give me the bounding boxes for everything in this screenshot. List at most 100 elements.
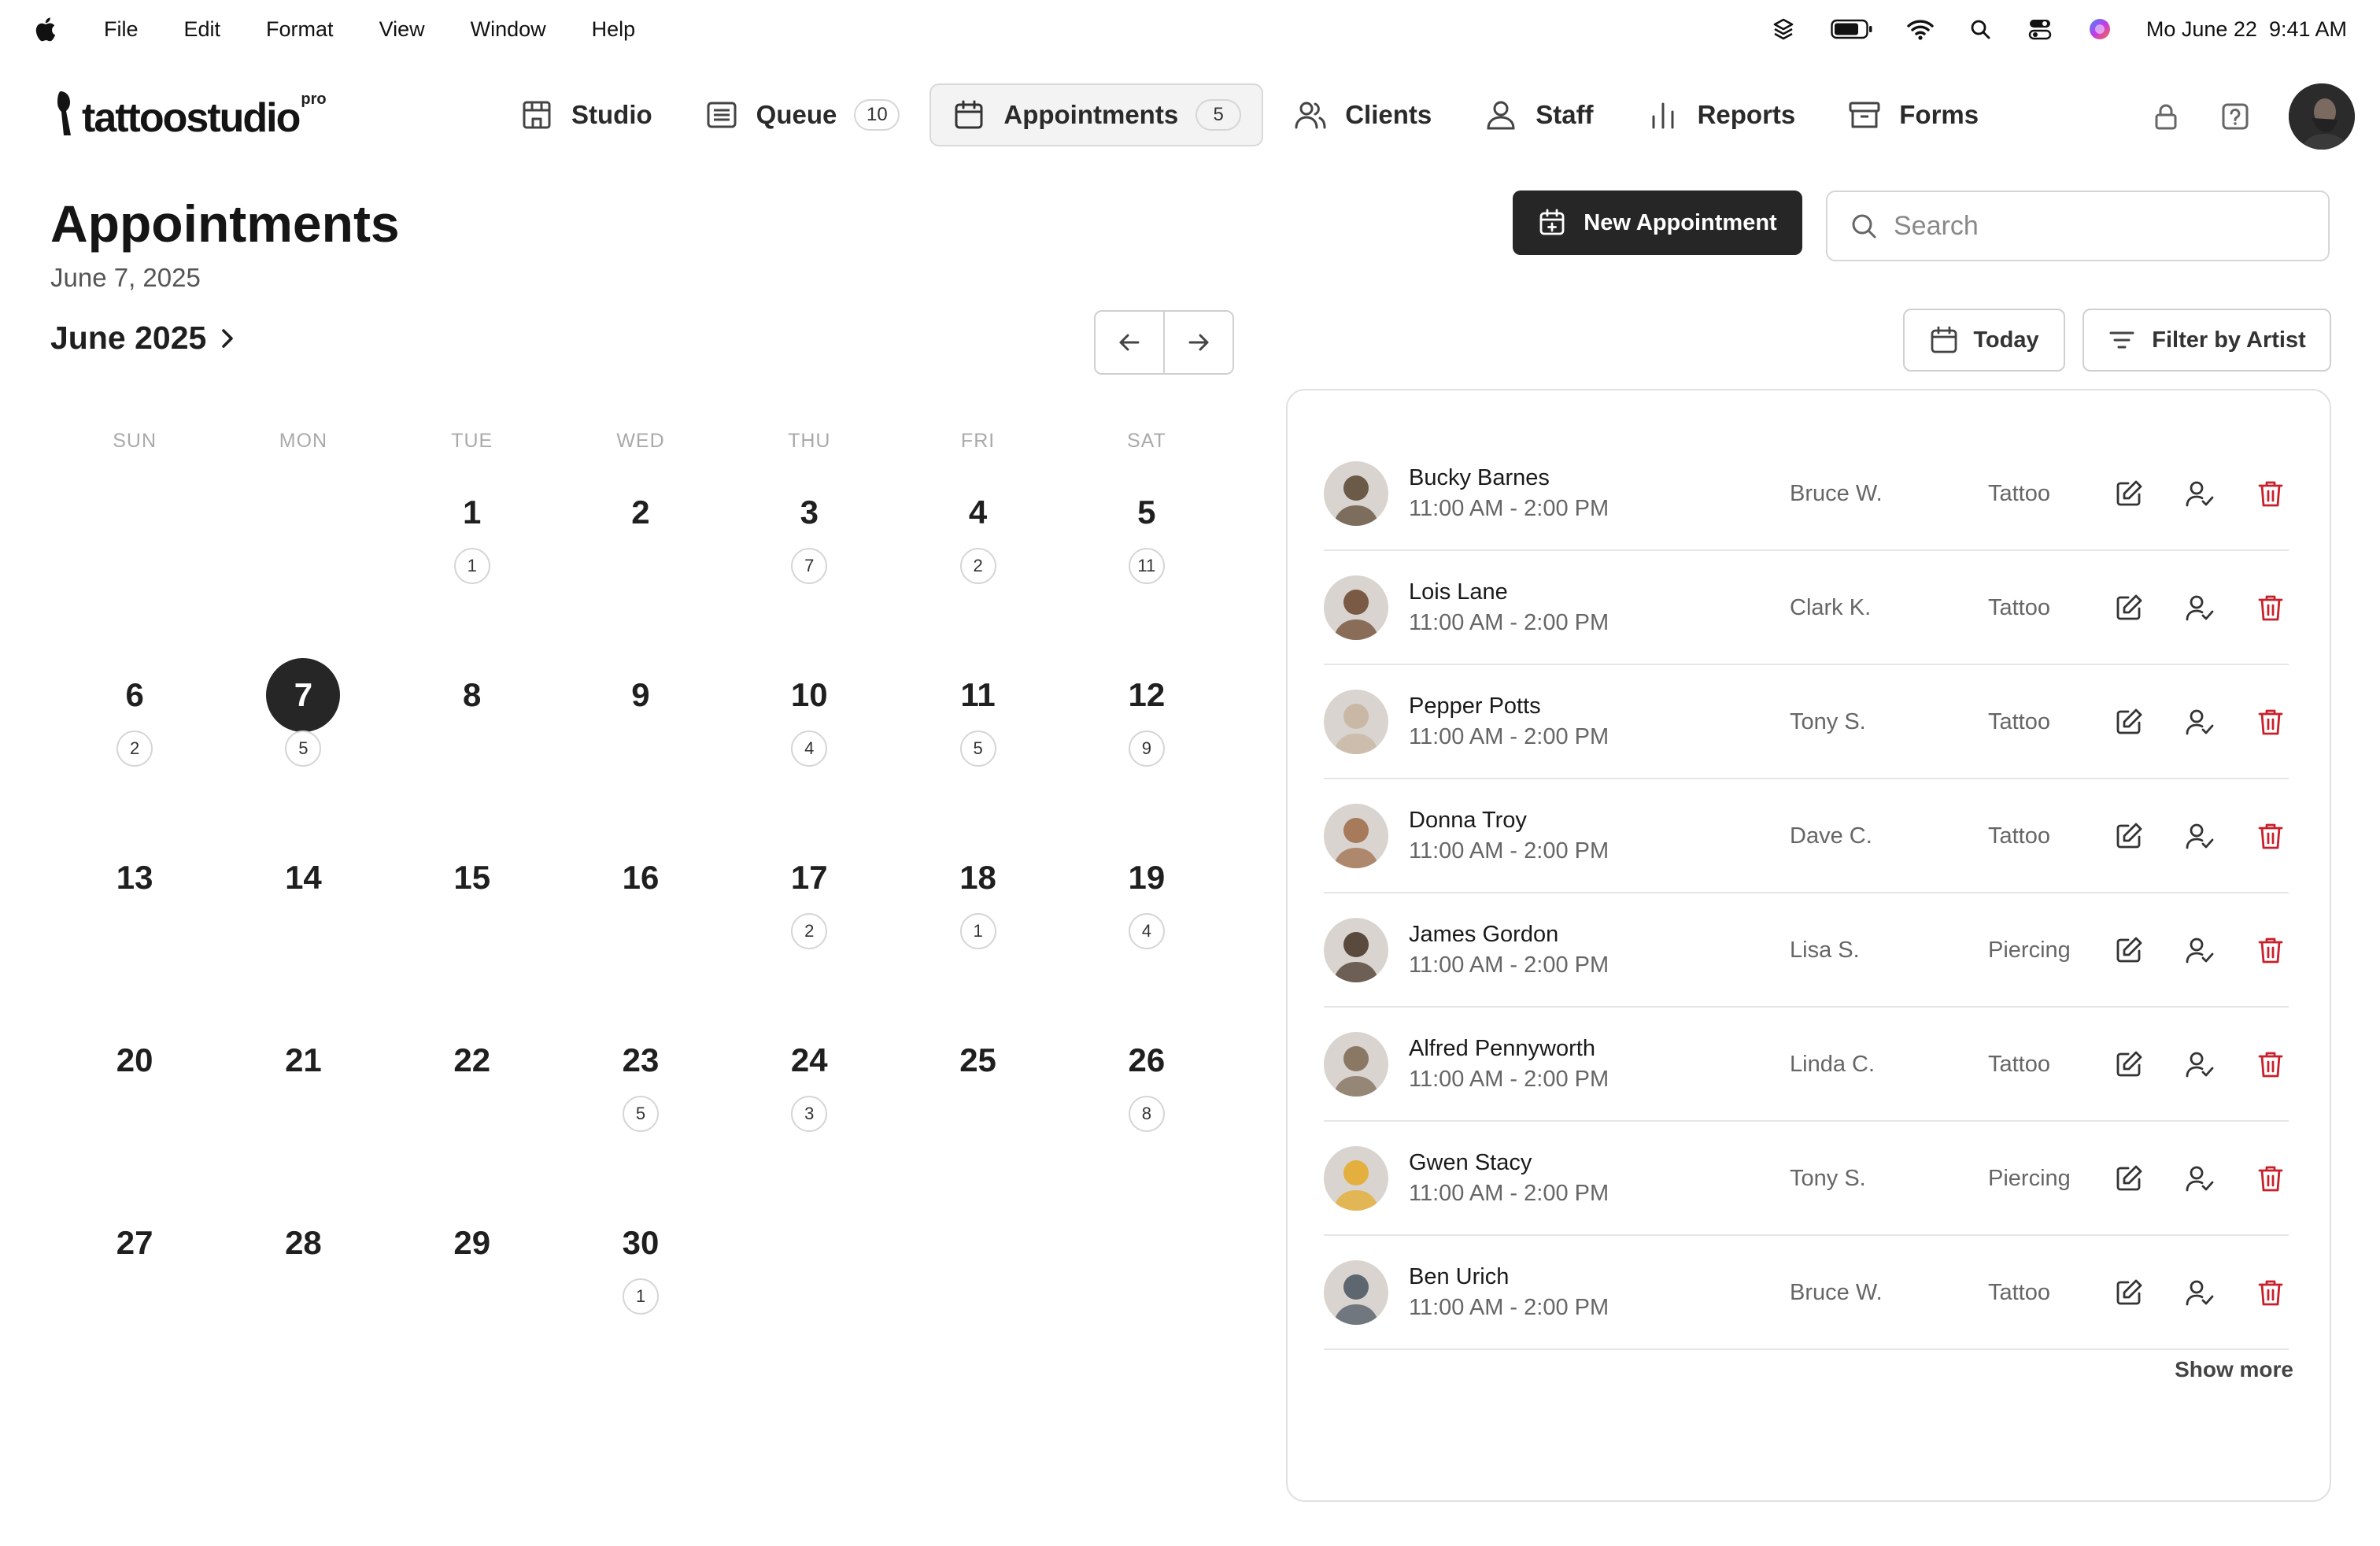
menu-file[interactable]: File [104,17,139,42]
artist-name: Bruce W. [1790,1279,1883,1305]
calendar-day[interactable]: 29 [388,1206,556,1390]
nav-staff[interactable]: Staff [1462,83,1615,146]
calendar-day[interactable]: 2 [556,475,725,660]
calendar-day[interactable]: 14 [219,841,387,1025]
nav-reports[interactable]: Reports [1624,83,1818,146]
control-center-icon[interactable] [2027,16,2053,43]
appointment-row[interactable]: Lois Lane 11:00 AM - 2:00 PM Clark K. Ta… [1324,552,2289,665]
today-button[interactable]: Today [1903,309,2065,372]
appointment-row[interactable]: Alfred Pennyworth 11:00 AM - 2:00 PM Lin… [1324,1008,2289,1122]
appointment-row[interactable]: Donna Troy 11:00 AM - 2:00 PM Dave C. Ta… [1324,780,2289,893]
assign-user-icon[interactable] [2185,593,2215,623]
calendar-day[interactable]: 11 [388,475,556,660]
calendar-day[interactable]: 16 [556,841,725,1025]
calendar-empty-cell [50,475,219,660]
edit-icon[interactable] [2114,1049,2144,1079]
next-month-button[interactable] [1163,312,1232,373]
calendar-day[interactable]: 24 3 [725,1023,893,1208]
calendar-day[interactable]: 23 5 [556,1023,725,1208]
previous-month-button[interactable] [1096,312,1163,373]
calendar-day[interactable]: 13 [50,841,219,1025]
calendar-day[interactable]: 75 [219,658,387,842]
wifi-icon[interactable] [1907,16,1934,43]
calendar-day[interactable]: 15 [388,841,556,1025]
menu-window[interactable]: Window [471,17,546,42]
calendar-day[interactable]: 25 [893,1023,1062,1208]
assign-user-icon[interactable] [2185,1163,2215,1193]
help-icon[interactable] [2219,101,2251,132]
assign-user-icon[interactable] [2185,935,2215,965]
calendar-day[interactable]: 26 8 [1062,1023,1231,1208]
assign-user-icon[interactable] [2185,1049,2215,1079]
month-selector[interactable]: June 2025 [50,320,236,357]
calendar-day[interactable]: 8 [388,658,556,842]
trash-icon[interactable] [2256,593,2286,623]
menu-help[interactable]: Help [592,17,636,42]
edit-icon[interactable] [2114,707,2144,737]
calendar-day[interactable]: 18 1 [893,841,1062,1025]
appointment-row[interactable]: Gwen Stacy 11:00 AM - 2:00 PM Tony S. Pi… [1324,1123,2289,1236]
edit-icon[interactable] [2114,593,2144,623]
edit-icon[interactable] [2114,935,2144,965]
calendar-day[interactable]: 42 [893,475,1062,660]
calendar-day[interactable]: 5 11 [1062,475,1231,660]
trash-icon[interactable] [2256,935,2286,965]
search-field[interactable] [1826,190,2330,261]
assign-user-icon[interactable] [2185,1278,2215,1307]
calendar-day[interactable]: 11 5 [893,658,1062,842]
apple-icon[interactable] [33,16,57,43]
calendar-day[interactable]: 17 2 [725,841,893,1025]
appointment-row[interactable]: Bucky Barnes 11:00 AM - 2:00 PM Bruce W.… [1324,438,2289,551]
layers-status-icon[interactable] [1770,16,1797,43]
calendar-day[interactable]: 21 [219,1023,387,1208]
menu-view[interactable]: View [379,17,425,42]
calendar-day[interactable]: 9 [556,658,725,842]
assign-user-icon[interactable] [2185,821,2215,851]
appointment-row[interactable]: Pepper Potts 11:00 AM - 2:00 PM Tony S. … [1324,666,2289,779]
assign-user-icon[interactable] [2185,479,2215,509]
lock-icon[interactable] [2150,101,2182,132]
show-more-button[interactable]: Show more [2175,1357,2293,1382]
nav-studio[interactable]: Studio [497,83,674,146]
search-input[interactable] [1894,210,2303,242]
calendar-day[interactable]: 28 [219,1206,387,1390]
appointment-row[interactable]: Ben Urich 11:00 AM - 2:00 PM Bruce W. Ta… [1324,1237,2289,1350]
calendar-day[interactable]: 12 9 [1062,658,1231,842]
client-name: Alfred Pennyworth [1409,1036,1595,1061]
edit-icon[interactable] [2114,821,2144,851]
calendar-day[interactable]: 62 [50,658,219,842]
assign-user-icon[interactable] [2185,707,2215,737]
trash-icon[interactable] [2256,707,2286,737]
app-logo[interactable]: tattoostudio pro [57,87,327,139]
client-avatar [1324,1146,1388,1211]
calendar-day[interactable]: 10 4 [725,658,893,842]
trash-icon[interactable] [2256,1049,2286,1079]
nav-forms[interactable]: Forms [1825,83,2001,146]
edit-icon[interactable] [2114,1163,2144,1193]
calendar-day[interactable]: 20 [50,1023,219,1208]
spotlight-search-icon[interactable] [1967,16,1994,43]
menu-edit[interactable]: Edit [184,17,221,42]
nav-appointments[interactable]: Appointments 5 [929,83,1264,146]
trash-icon[interactable] [2256,1278,2286,1307]
appointment-row[interactable]: James Gordon 11:00 AM - 2:00 PM Lisa S. … [1324,894,2289,1008]
calendar-day[interactable]: 27 [50,1206,219,1390]
trash-icon[interactable] [2256,821,2286,851]
filter-by-artist-button[interactable]: Filter by Artist [2082,309,2331,372]
edit-icon[interactable] [2114,1278,2144,1307]
trash-icon[interactable] [2256,479,2286,509]
battery-icon[interactable] [1830,16,1874,43]
calendar-day[interactable]: 22 [388,1023,556,1208]
calendar-day[interactable]: 37 [725,475,893,660]
client-info: Pepper Potts 11:00 AM - 2:00 PM [1409,693,1790,750]
user-avatar[interactable] [2289,83,2355,150]
nav-clients[interactable]: Clients [1271,83,1454,146]
new-appointment-button[interactable]: New Appointment [1513,190,1802,255]
nav-queue[interactable]: Queue 10 [682,83,922,146]
siri-icon[interactable] [2086,16,2113,43]
edit-icon[interactable] [2114,479,2144,509]
calendar-day[interactable]: 19 4 [1062,841,1231,1025]
menu-format[interactable]: Format [266,17,334,42]
calendar-day[interactable]: 30 1 [556,1206,725,1390]
trash-icon[interactable] [2256,1163,2286,1193]
